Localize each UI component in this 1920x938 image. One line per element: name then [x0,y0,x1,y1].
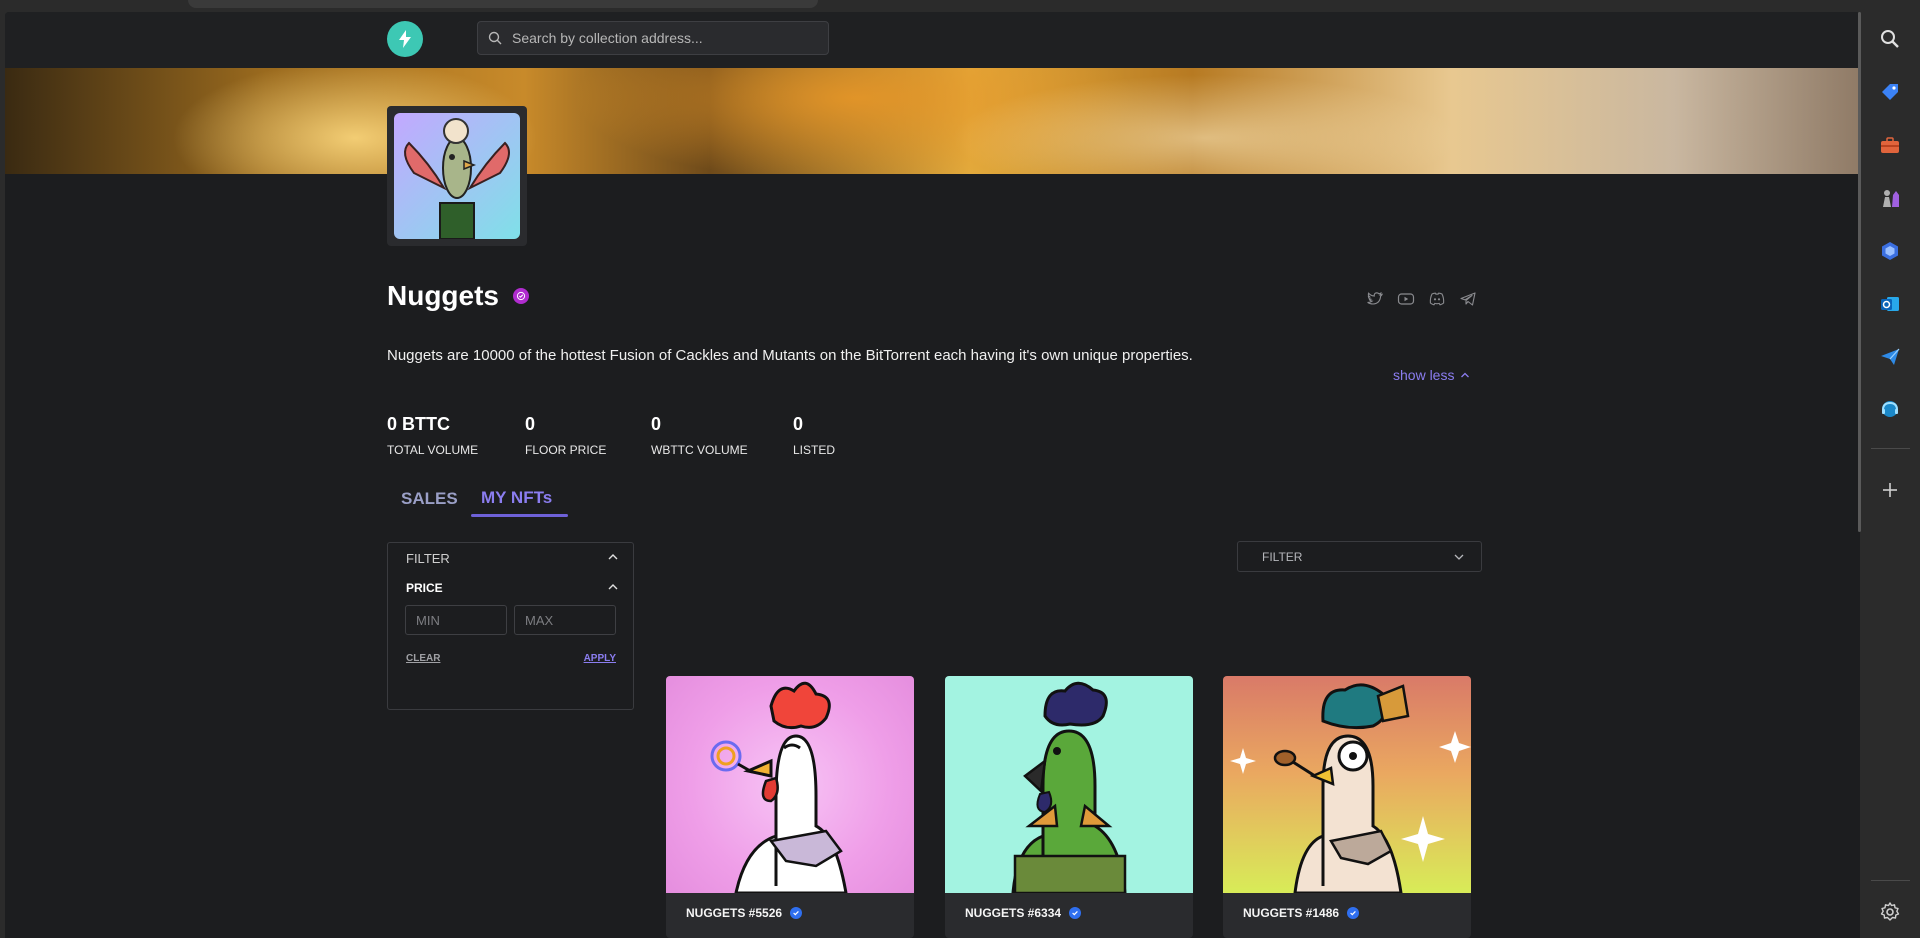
nft-name: NUGGETS #1486 [1243,906,1340,920]
stat-label: LISTED [793,443,836,457]
collection-banner [5,68,1860,174]
collection-title: Nuggets [387,280,499,311]
youtube-icon[interactable] [1397,290,1415,308]
stat-value: 0 [793,414,804,434]
filter-panel-title: FILTER [406,551,450,566]
nft-name: NUGGETS #6334 [965,906,1062,920]
stat-floor-price: 0 FLOOR PRICE [525,414,606,457]
stat-label: WBTTC VOLUME [651,443,748,457]
twitter-icon[interactable] [1366,290,1384,308]
collection-search[interactable] [477,21,829,55]
stat-listed: 0 LISTED [793,414,835,457]
verified-check-icon [1347,907,1360,919]
stat-wbttc-volume: 0 WBTTC VOLUME [651,414,748,457]
collection-avatar [387,106,527,246]
chevron-up-icon [1461,372,1470,378]
nft-card[interactable]: NUGGETS #1486 [1223,676,1471,938]
send-icon[interactable] [1878,345,1902,369]
add-icon[interactable] [1878,478,1902,502]
rooster-avatar-image [404,118,510,239]
verified-badge-icon [513,288,529,304]
tab-my-nfts[interactable]: MY NFTs [481,488,552,508]
search-icon[interactable] [1878,27,1902,51]
discord-icon[interactable] [1428,290,1446,308]
nft-image [1223,676,1471,893]
headset-icon[interactable] [1878,398,1902,422]
active-tab-indicator [471,514,568,517]
price-max-input[interactable] [514,605,616,635]
browser-sidebar [1861,0,1920,938]
filter-panel: FILTER PRICE CLEAR APPLY [387,542,634,710]
price-min-input[interactable] [405,605,507,635]
stat-value: 0 BTTC [387,414,450,434]
social-links [1366,290,1477,308]
chevron-up-icon[interactable] [607,551,619,563]
collection-description: Nuggets are 10000 of the hottest Fusion … [387,347,1193,364]
stat-value: 0 [525,414,536,434]
stat-total-volume: 0 BTTC TOTAL VOLUME [387,414,478,457]
search-icon [488,31,502,45]
outlook-icon[interactable] [1878,292,1902,316]
filter-dropdown-label: FILTER [1262,549,1303,564]
nft-image [945,676,1193,893]
sidebar-divider [1871,880,1910,881]
verified-check-icon [790,907,803,919]
show-less-label: show less [1393,367,1455,383]
nft-image [666,676,914,893]
tab-sales[interactable]: SALES [401,489,458,509]
toolbox-icon[interactable] [1878,133,1902,157]
clear-button[interactable]: CLEAR [406,653,440,664]
app-logo[interactable] [387,21,423,57]
chevron-down-icon [1454,554,1464,560]
filter-dropdown[interactable]: FILTER [1237,541,1482,572]
top-navbar [5,12,1860,68]
stat-label: FLOOR PRICE [525,443,607,457]
sidebar-divider [1871,448,1910,449]
price-label: PRICE [406,581,443,595]
nft-card[interactable]: NUGGETS #6334 [945,676,1193,938]
chevron-up-icon[interactable] [607,581,619,593]
search-input[interactable] [512,30,812,46]
stat-value: 0 [651,414,662,434]
lightning-icon [399,30,411,48]
settings-icon[interactable] [1878,900,1902,924]
apply-button[interactable]: APPLY [584,653,616,664]
nft-card[interactable]: NUGGETS #5526 [666,676,914,938]
stat-label: TOTAL VOLUME [387,443,479,457]
browser-tab-strip [188,0,818,8]
nft-name: NUGGETS #5526 [686,906,783,920]
telegram-icon[interactable] [1459,290,1477,308]
page-viewport: Nuggets Nuggets are 10000 of the hottest… [5,12,1860,938]
tag-icon[interactable] [1878,80,1902,104]
chess-icon[interactable] [1878,186,1902,210]
copilot-icon[interactable] [1878,239,1902,263]
show-less-toggle[interactable]: show less [1393,367,1470,383]
verified-check-icon [1069,907,1082,919]
